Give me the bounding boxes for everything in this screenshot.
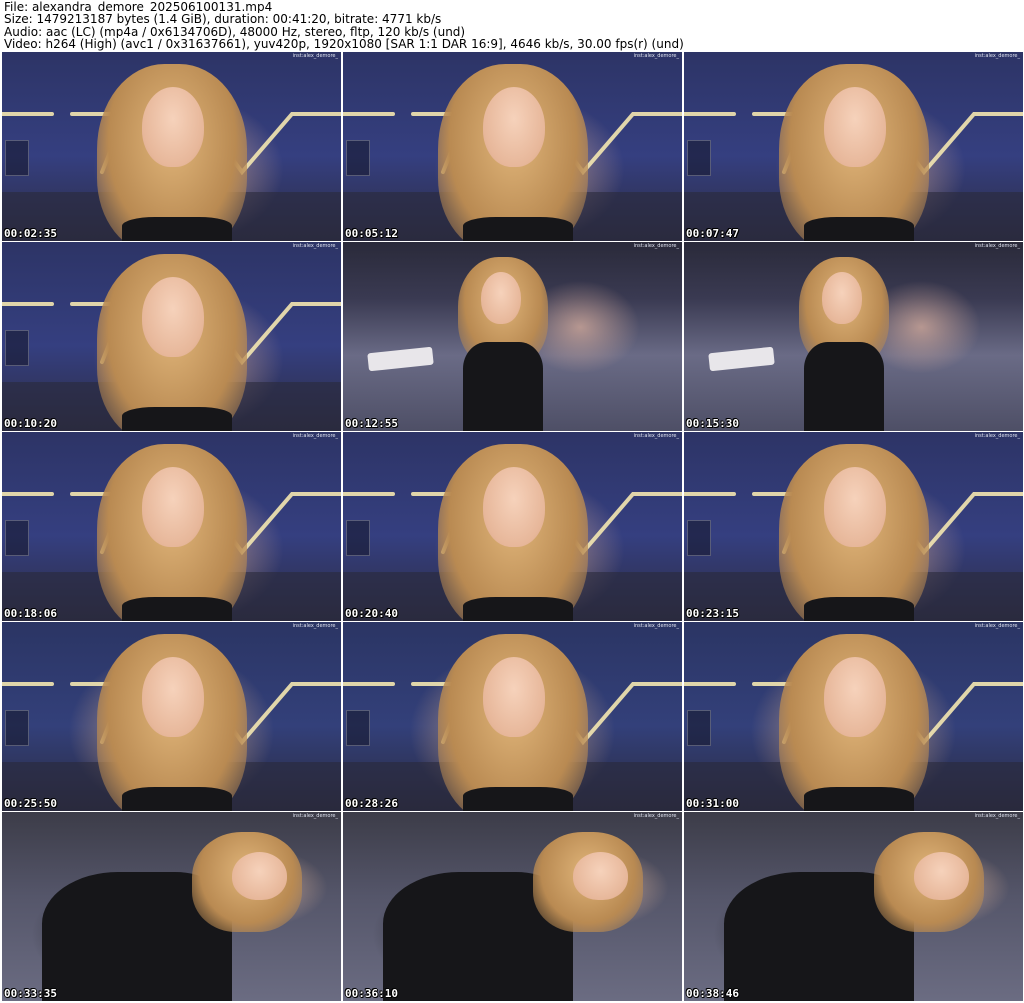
watermark-text: inst:alex_demore_: [974, 813, 1020, 819]
stream-overlay-panel: [687, 520, 711, 556]
timestamp-label: 00:15:30: [686, 417, 739, 430]
timestamp-label: 00:12:55: [345, 417, 398, 430]
person-top: [463, 787, 573, 811]
thumbnail[interactable]: inst:alex_demore_ 00:25:50: [2, 622, 341, 811]
watermark-text: inst:alex_demore_: [633, 433, 679, 439]
person-face: [824, 657, 886, 737]
stream-overlay-panel: [5, 330, 29, 366]
mouse-pad: [708, 346, 775, 372]
watermark-text: inst:alex_demore_: [974, 53, 1020, 59]
watermark-text: inst:alex_demore_: [974, 623, 1020, 629]
timestamp-label: 00:28:26: [345, 797, 398, 810]
thumbnail[interactable]: inst:alex_demore_ 00:05:12: [343, 52, 682, 241]
thumbnail[interactable]: inst:alex_demore_ 00:07:47: [684, 52, 1023, 241]
person-top: [463, 217, 573, 241]
thumbnail[interactable]: inst:alex_demore_ 00:12:55: [343, 242, 682, 431]
person-top: [122, 597, 232, 621]
person-face: [483, 87, 545, 167]
watermark-text: inst:alex_demore_: [292, 243, 338, 249]
stream-overlay-panel: [687, 710, 711, 746]
person-top: [804, 342, 884, 431]
file-size-line: Size: 1479213187 bytes (1.4 GiB), durati…: [4, 13, 442, 26]
person-face: [824, 87, 886, 167]
stream-overlay-panel: [346, 710, 370, 746]
person-face: [142, 657, 204, 737]
timestamp-label: 00:36:10: [345, 987, 398, 1000]
stream-overlay-panel: [687, 140, 711, 176]
thumbnail[interactable]: inst:alex_demore_ 00:36:10: [343, 812, 682, 1001]
thumbnail[interactable]: inst:alex_demore_ 00:02:35: [2, 52, 341, 241]
person-face: [914, 852, 969, 900]
watermark-text: inst:alex_demore_: [292, 623, 338, 629]
stream-overlay-panel: [5, 140, 29, 176]
person-face: [142, 277, 204, 357]
watermark-text: inst:alex_demore_: [974, 243, 1020, 249]
person-top: [122, 217, 232, 241]
mouse-pad: [367, 346, 434, 372]
timestamp-label: 00:33:35: [4, 987, 57, 1000]
person-face: [142, 467, 204, 547]
person-face: [142, 87, 204, 167]
watermark-text: inst:alex_demore_: [292, 813, 338, 819]
thumbnail[interactable]: inst:alex_demore_ 00:18:06: [2, 432, 341, 621]
timestamp-label: 00:10:20: [4, 417, 57, 430]
stream-overlay-panel: [5, 520, 29, 556]
timestamp-label: 00:05:12: [345, 227, 398, 240]
person-face: [573, 852, 628, 900]
person-face: [483, 467, 545, 547]
person-face: [481, 272, 521, 324]
person-face: [824, 467, 886, 547]
person-top: [804, 787, 914, 811]
person-top: [122, 407, 232, 431]
audio-info-line: Audio: aac (LC) (mp4a / 0x6134706D), 480…: [4, 25, 466, 39]
person-face: [822, 272, 862, 324]
file-name-line: File: alexandra_demore_202506100131.mp4: [4, 1, 273, 14]
person-top: [804, 597, 914, 621]
timestamp-label: 00:07:47: [686, 227, 739, 240]
stream-overlay-panel: [346, 520, 370, 556]
thumbnail[interactable]: inst:alex_demore_ 00:15:30: [684, 242, 1023, 431]
person-face: [483, 657, 545, 737]
thumbnail[interactable]: inst:alex_demore_ 00:28:26: [343, 622, 682, 811]
person-top: [804, 217, 914, 241]
thumbnail[interactable]: inst:alex_demore_ 00:23:15: [684, 432, 1023, 621]
file-info-header: File: alexandra_demore_202506100131.mp4 …: [4, 1, 1020, 51]
timestamp-label: 00:38:46: [686, 987, 739, 1000]
thumbnail[interactable]: inst:alex_demore_ 00:33:35: [2, 812, 341, 1001]
watermark-text: inst:alex_demore_: [633, 813, 679, 819]
thumbnail[interactable]: inst:alex_demore_ 00:10:20: [2, 242, 341, 431]
timestamp-label: 00:20:40: [345, 607, 398, 620]
timestamp-label: 00:18:06: [4, 607, 57, 620]
thumbnail[interactable]: inst:alex_demore_ 00:38:46: [684, 812, 1023, 1001]
person-top: [463, 597, 573, 621]
watermark-text: inst:alex_demore_: [633, 623, 679, 629]
timestamp-label: 00:31:00: [686, 797, 739, 810]
timestamp-label: 00:25:50: [4, 797, 57, 810]
watermark-text: inst:alex_demore_: [974, 433, 1020, 439]
thumbnail[interactable]: inst:alex_demore_ 00:20:40: [343, 432, 682, 621]
person-face: [232, 852, 287, 900]
person-top: [463, 342, 543, 431]
thumbnail-grid: inst:alex_demore_ 00:02:35 inst:alex_demo…: [2, 52, 1023, 1001]
watermark-text: inst:alex_demore_: [633, 53, 679, 59]
stream-overlay-panel: [5, 710, 29, 746]
thumbnail[interactable]: inst:alex_demore_ 00:31:00: [684, 622, 1023, 811]
watermark-text: inst:alex_demore_: [292, 433, 338, 439]
watermark-text: inst:alex_demore_: [292, 53, 338, 59]
timestamp-label: 00:02:35: [4, 227, 57, 240]
video-info-line: Video: h264 (High) (avc1 / 0x31637661), …: [4, 38, 684, 51]
stream-overlay-panel: [346, 140, 370, 176]
person-top: [122, 787, 232, 811]
watermark-text: inst:alex_demore_: [633, 243, 679, 249]
timestamp-label: 00:23:15: [686, 607, 739, 620]
